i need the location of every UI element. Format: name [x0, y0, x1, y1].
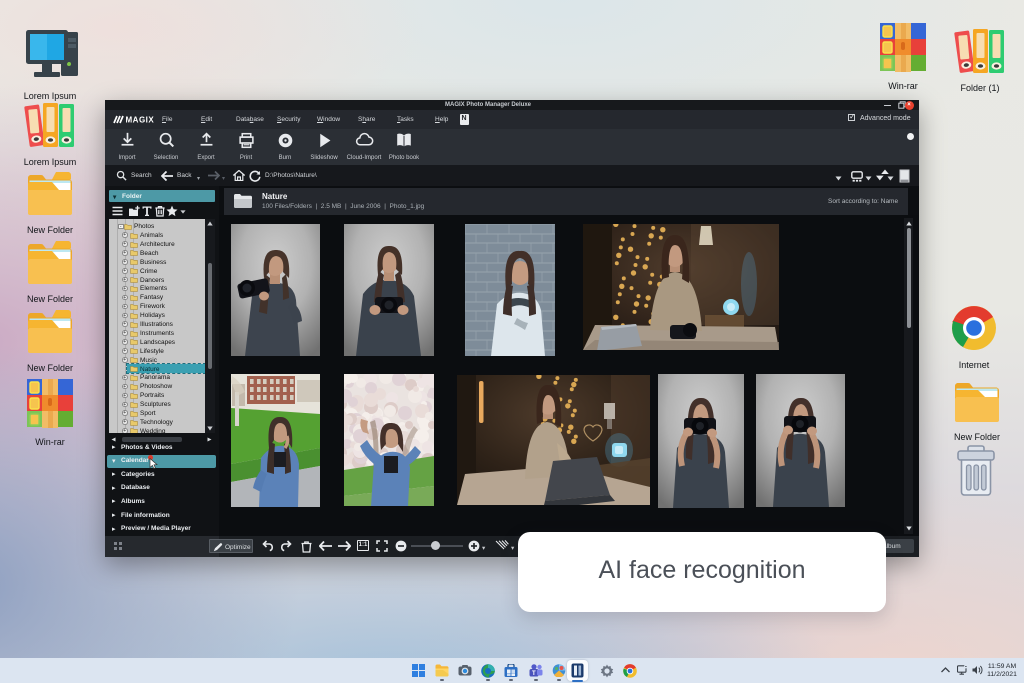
svg-text:T: T	[532, 671, 536, 677]
svg-text:MAGIX: MAGIX	[126, 116, 155, 125]
